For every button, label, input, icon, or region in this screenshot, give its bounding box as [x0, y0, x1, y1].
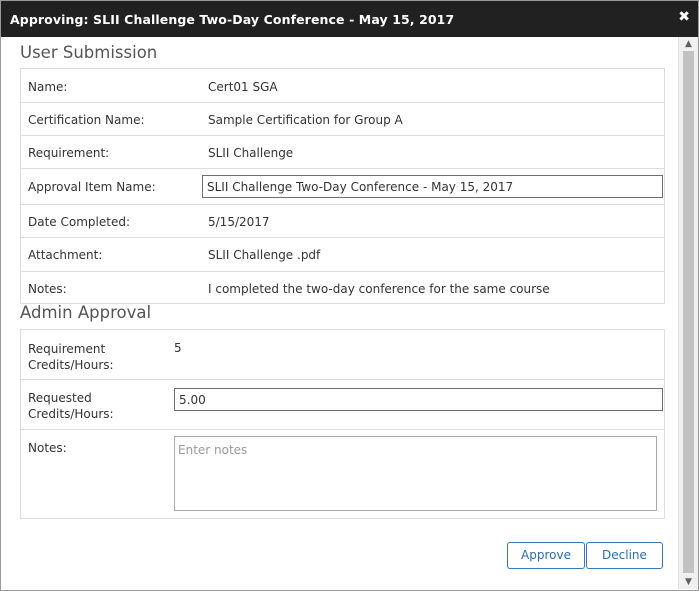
vertical-scrollbar[interactable]: ▲ ▼ — [678, 37, 698, 589]
approval-item-name-input[interactable] — [202, 175, 663, 198]
certification-name-value: Sample Certification for Group A — [208, 113, 403, 127]
date-completed-value: 5/15/2017 — [208, 215, 270, 229]
requested-credits-label-line1: Requested — [28, 391, 92, 405]
table-row: Notes: I completed the two-day conferenc… — [21, 272, 664, 304]
dialog-title: Approving: SLII Challenge Two-Day Confer… — [10, 12, 455, 27]
notes-label: Notes: — [28, 282, 67, 296]
table-row: Approval Item Name: — [21, 169, 664, 205]
admin-notes-textarea[interactable] — [174, 436, 657, 511]
table-row: Requested Credits/Hours: — [21, 380, 664, 430]
name-value: Cert01 SGA — [208, 80, 278, 94]
requested-credits-label-line2: Credits/Hours: — [28, 407, 114, 421]
attachment-link[interactable]: SLII Challenge .pdf — [208, 248, 320, 262]
admin-notes-label: Notes: — [28, 441, 67, 455]
approval-item-name-label: Approval Item Name: — [28, 180, 156, 194]
requirement-value: SLII Challenge — [208, 146, 294, 160]
date-completed-label: Date Completed: — [28, 215, 130, 229]
approval-dialog: Approving: SLII Challenge Two-Day Confer… — [0, 0, 699, 591]
table-row: Requirement: SLII Challenge — [21, 136, 664, 169]
table-row: Attachment: SLII Challenge .pdf — [21, 238, 664, 272]
admin-approval-table: Requirement Credits/Hours: 5 Requested C… — [20, 329, 665, 519]
attachment-label: Attachment: — [28, 248, 103, 262]
requirement-credits-label-line1: Requirement — [28, 342, 106, 356]
requirement-credits-label: Requirement Credits/Hours: — [28, 341, 114, 373]
table-row: Certification Name: Sample Certification… — [21, 103, 664, 136]
notes-value: I completed the two-day conference for t… — [208, 282, 550, 296]
close-icon[interactable]: ✖ — [678, 10, 690, 24]
scrollbar-thumb[interactable] — [683, 51, 694, 573]
table-row: Date Completed: 5/15/2017 — [21, 205, 664, 238]
requirement-credits-value: 5 — [174, 341, 182, 355]
dialog-body: User Submission Name: Cert01 SGA Certifi… — [1, 37, 678, 589]
user-submission-table: Name: Cert01 SGA Certification Name: Sam… — [20, 68, 665, 304]
table-row: Notes: — [21, 430, 664, 519]
requirement-credits-label-line2: Credits/Hours: — [28, 358, 114, 372]
requirement-label: Requirement: — [28, 146, 110, 160]
scroll-down-icon[interactable]: ▼ — [682, 576, 695, 588]
table-row: Name: Cert01 SGA — [21, 69, 664, 103]
dialog-titlebar: Approving: SLII Challenge Two-Day Confer… — [1, 1, 698, 37]
table-row: Requirement Credits/Hours: 5 — [21, 330, 664, 380]
user-submission-heading: User Submission — [20, 43, 158, 62]
admin-approval-heading: Admin Approval — [20, 303, 152, 322]
name-label: Name: — [28, 80, 68, 94]
approve-button[interactable]: Approve — [507, 542, 585, 569]
requested-credits-label: Requested Credits/Hours: — [28, 390, 114, 422]
scroll-up-icon[interactable]: ▲ — [682, 38, 695, 50]
certification-name-label: Certification Name: — [28, 113, 145, 127]
requested-credits-input[interactable] — [174, 388, 663, 411]
decline-button[interactable]: Decline — [586, 542, 663, 569]
